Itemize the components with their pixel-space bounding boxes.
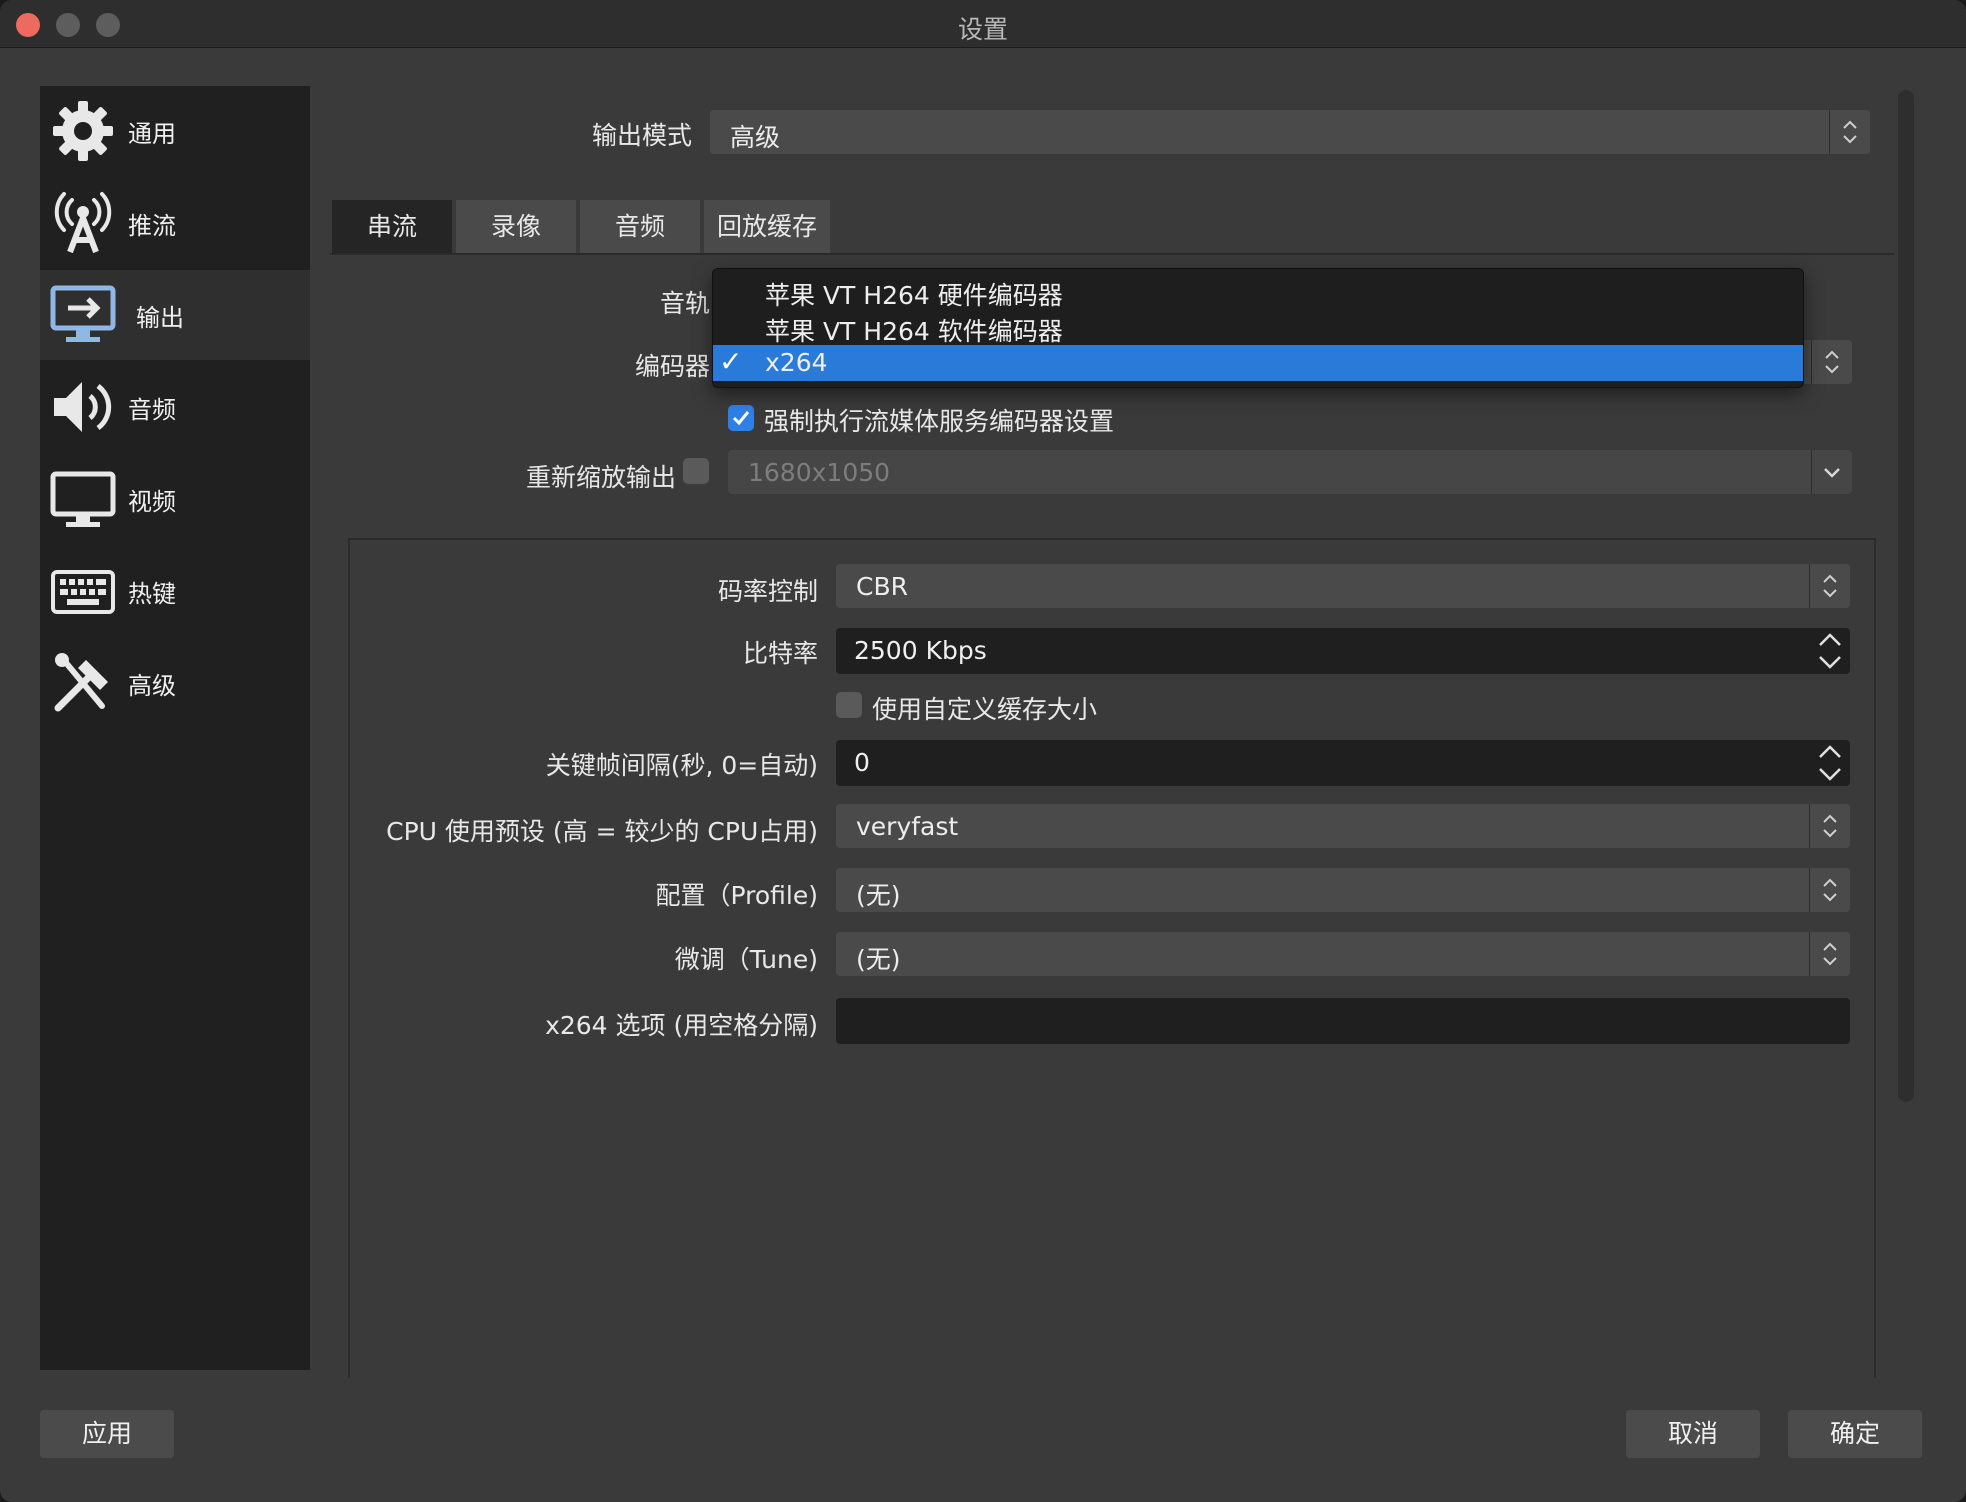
- encoder-dropdown-menu: 苹果 VT H264 硬件编码器 苹果 VT H264 软件编码器 ✓ x264: [712, 268, 1804, 388]
- tune-value: (无): [856, 945, 901, 974]
- rate-control-select[interactable]: CBR: [836, 564, 1850, 608]
- rate-control-label: 码率控制: [717, 577, 818, 606]
- custom-buffer-checkbox[interactable]: [836, 692, 862, 718]
- sidebar-item-label: 推流: [128, 211, 176, 240]
- updown-chevron-icon: [1811, 340, 1839, 384]
- profile-label: 配置（Profile): [655, 881, 819, 910]
- cancel-button[interactable]: 取消: [1626, 1410, 1760, 1458]
- output-mode-value: 高级: [730, 123, 781, 152]
- broadcast-antenna-icon: [54, 192, 112, 254]
- tune-select[interactable]: (无): [836, 932, 1850, 976]
- sidebar-item-video[interactable]: 视频: [40, 454, 310, 544]
- checkmark-icon: ✓: [719, 345, 743, 378]
- updown-chevron-icon: [1809, 804, 1837, 848]
- sidebar-item-label: 通用: [128, 119, 176, 148]
- checkmark-icon: [732, 411, 750, 426]
- sidebar-item-general[interactable]: 通用: [40, 86, 310, 176]
- profile-select[interactable]: (无): [836, 868, 1850, 912]
- output-mode-select[interactable]: 高级: [710, 110, 1870, 154]
- tools-icon: [54, 653, 108, 712]
- rescale-output-checkbox[interactable]: [683, 458, 709, 484]
- window-title: 设置: [957, 15, 1008, 44]
- enforce-encoder-label: 强制执行流媒体服务编码器设置: [764, 407, 1115, 436]
- cpu-preset-value: veryfast: [856, 812, 959, 841]
- tune-label: 微调（Tune): [674, 945, 818, 974]
- tab-stream[interactable]: 串流: [332, 200, 452, 253]
- custom-buffer-label: 使用自定义缓存大小: [872, 695, 1098, 724]
- display-icon: [50, 471, 116, 527]
- tab-recording[interactable]: 录像: [456, 200, 576, 253]
- sidebar-item-stream[interactable]: 推流: [40, 178, 310, 268]
- bitrate-spinbox[interactable]: 2500 Kbps: [836, 628, 1850, 674]
- chevron-down-icon: [1811, 450, 1840, 494]
- tab-divider: [330, 253, 1894, 255]
- updown-chevron-icon: [1829, 110, 1857, 154]
- sidebar-item-label: 输出: [136, 303, 184, 332]
- keyboard-icon: [51, 570, 115, 614]
- tab-audio[interactable]: 音频: [580, 200, 700, 253]
- encoder-option-label: 苹果 VT H264 软件编码器: [765, 317, 1063, 346]
- output-monitor-icon: [50, 285, 116, 342]
- encoder-option-apple-hw[interactable]: 苹果 VT H264 硬件编码器: [713, 273, 1803, 310]
- sidebar-item-label: 视频: [128, 487, 176, 516]
- apply-button[interactable]: 应用: [40, 1410, 174, 1458]
- sidebar-item-label: 热键: [128, 579, 176, 608]
- keyframe-interval-value: 0: [854, 748, 870, 777]
- title-bar: 设置: [0, 0, 1966, 48]
- updown-chevron-icon: [1809, 564, 1837, 608]
- enforce-encoder-checkbox[interactable]: [728, 405, 754, 431]
- sidebar-item-audio[interactable]: 音频: [40, 362, 310, 452]
- x264-options-label: x264 选项 (用空格分隔): [545, 1011, 818, 1040]
- updown-chevron-icon: [1809, 932, 1837, 976]
- rescale-output-label: 重新缩放输出: [525, 463, 676, 492]
- output-mode-label: 输出模式: [591, 121, 692, 150]
- encoder-option-label: 苹果 VT H264 硬件编码器: [765, 281, 1063, 310]
- encoder-option-label: x264: [765, 348, 828, 377]
- sidebar-item-label: 音频: [128, 395, 176, 424]
- gear-icon: [53, 101, 113, 161]
- profile-value: (无): [856, 881, 901, 910]
- cpu-preset-select[interactable]: veryfast: [836, 804, 1850, 848]
- bitrate-value: 2500 Kbps: [854, 636, 987, 665]
- tab-replay-buffer[interactable]: 回放缓存: [704, 200, 830, 253]
- x264-options-input[interactable]: [836, 998, 1850, 1044]
- rescale-resolution-value: 1680x1050: [748, 458, 891, 487]
- encoder-option-x264[interactable]: ✓ x264: [713, 345, 1803, 381]
- ok-button[interactable]: 确定: [1788, 1410, 1922, 1458]
- cpu-preset-label: CPU 使用预设 (高 = 较少的 CPU占用): [386, 817, 818, 846]
- keyframe-interval-spinbox[interactable]: 0: [836, 740, 1850, 786]
- rescale-resolution-select[interactable]: 1680x1050: [728, 450, 1852, 494]
- bitrate-label: 比特率: [742, 639, 818, 668]
- sidebar-item-hotkeys[interactable]: 热键: [40, 546, 310, 636]
- stepper-arrows-icon[interactable]: [1814, 740, 1846, 786]
- keyframe-interval-label: 关键帧间隔(秒, 0=自动): [545, 751, 818, 780]
- rate-control-value: CBR: [856, 572, 908, 601]
- stepper-arrows-icon[interactable]: [1814, 628, 1846, 674]
- encoder-option-apple-sw[interactable]: 苹果 VT H264 软件编码器: [713, 309, 1803, 346]
- settings-sidebar: 通用 推流 输出 音频 视频 热键 高级: [40, 86, 310, 1370]
- sidebar-item-output[interactable]: 输出: [40, 270, 310, 360]
- sidebar-item-advanced[interactable]: 高级: [40, 638, 310, 728]
- encoder-label: 编码器: [634, 352, 710, 381]
- sidebar-item-label: 高级: [128, 671, 176, 700]
- audio-track-label: 音轨: [659, 289, 710, 318]
- settings-window: 设置 通用 推流 输出 音频 视频 热键 高级 输出模式 高级 串流 录像 音频…: [0, 0, 1966, 1502]
- speaker-icon: [54, 382, 112, 432]
- updown-chevron-icon: [1809, 868, 1837, 912]
- settings-scrollbar[interactable]: [1898, 90, 1914, 1102]
- encoder-settings-group: 码率控制 CBR 比特率 2500 Kbps 使用自定义缓存大小 关键帧间隔(秒…: [348, 538, 1876, 1378]
